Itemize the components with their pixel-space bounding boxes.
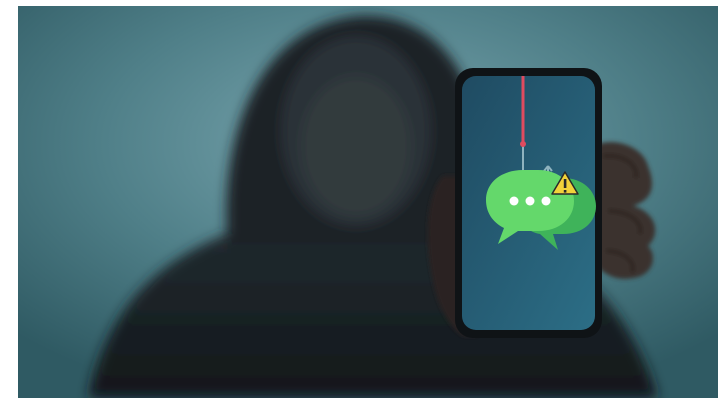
photo bbox=[18, 6, 718, 398]
photo-illustration bbox=[18, 6, 718, 398]
image-frame bbox=[0, 0, 720, 398]
smartphone bbox=[455, 68, 602, 338]
